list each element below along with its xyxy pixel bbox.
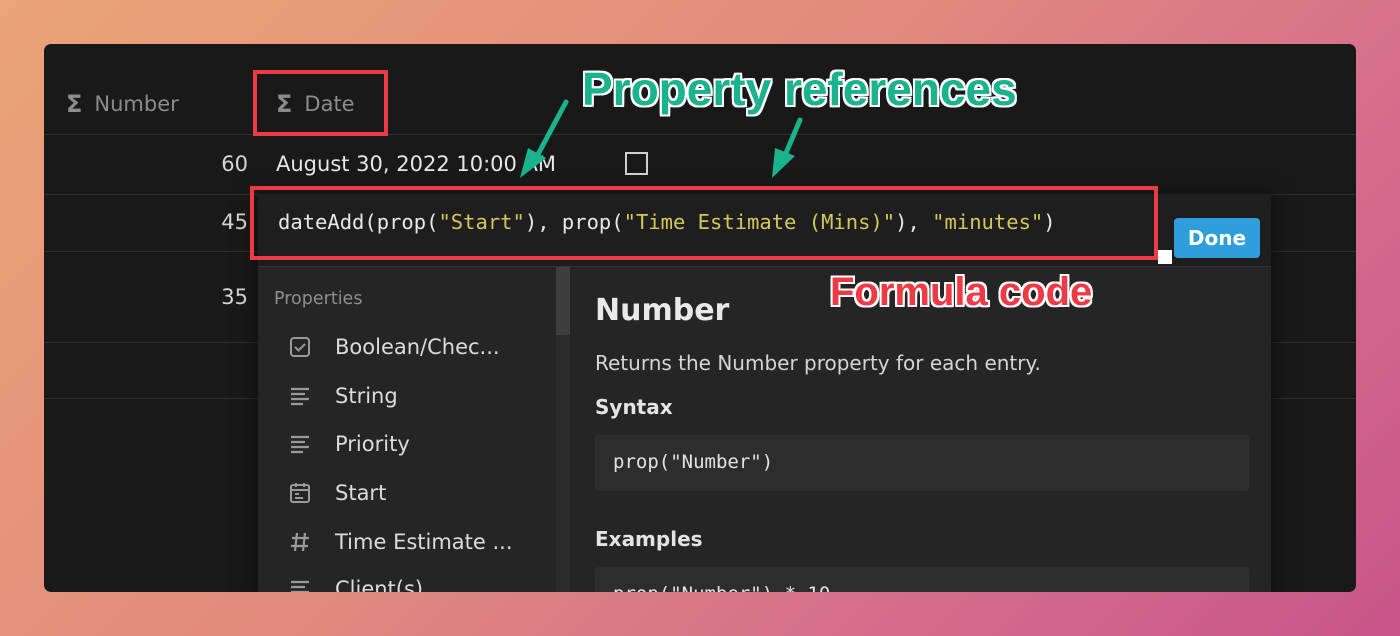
property-label: Client(s) (335, 576, 424, 593)
annotation-property-references: Property references (582, 63, 1017, 115)
formula-code-highlight (250, 186, 1158, 260)
text-lines-icon (286, 430, 313, 457)
syntax-code: prop("Number") (613, 451, 774, 473)
scrollbar-thumb[interactable] (556, 267, 570, 335)
property-label: Start (335, 480, 387, 505)
date-header-highlight (253, 70, 388, 136)
resize-handle[interactable] (1158, 250, 1172, 264)
done-button[interactable]: Done (1174, 218, 1260, 258)
cell-number[interactable]: 60 (168, 152, 248, 176)
text-lines-icon (286, 575, 313, 592)
cell-number[interactable]: 35 (168, 285, 248, 309)
cell-number[interactable]: 45 (168, 210, 248, 234)
hash-icon (286, 528, 313, 555)
property-label: Time Estimate ... (335, 529, 513, 554)
checkbox-icon (286, 333, 313, 360)
property-item-clients[interactable]: Client(s) (286, 575, 423, 592)
properties-list: Properties Boolean/Chec... String Priori… (258, 267, 570, 592)
property-label: String (335, 383, 398, 408)
annotation-formula-code: Formula code (830, 270, 1093, 314)
syntax-code-block: prop("Number") (595, 435, 1249, 491)
database-window: Σ Number Σ Date 60 45 35 August 30, 2022… (44, 44, 1356, 592)
calendar-icon (286, 479, 313, 506)
property-label: Boolean/Chec... (335, 334, 500, 359)
docs-examples-heading: Examples (595, 527, 703, 551)
row-checkbox[interactable] (625, 152, 648, 175)
column-header-label: Number (94, 92, 179, 116)
docs-panel: Number Returns the Number property for e… (575, 267, 1271, 592)
text-lines-icon (286, 382, 313, 409)
docs-description: Returns the Number property for each ent… (595, 351, 1041, 375)
column-header-number[interactable]: Σ Number (66, 90, 179, 118)
property-item-string[interactable]: String (286, 382, 398, 409)
sigma-icon: Σ (66, 90, 83, 118)
example-code: prop("Number") * 10 (613, 583, 830, 592)
example-code-block: prop("Number") * 10 (595, 567, 1249, 592)
property-label: Priority (335, 431, 410, 456)
property-item-start[interactable]: Start (286, 479, 386, 506)
property-item-boolean[interactable]: Boolean/Chec... (286, 333, 500, 360)
property-item-time-estimate[interactable]: Time Estimate ... (286, 528, 513, 555)
docs-syntax-heading: Syntax (595, 395, 673, 419)
property-item-priority[interactable]: Priority (286, 430, 410, 457)
docs-title: Number (595, 293, 730, 328)
properties-section-label: Properties (274, 289, 363, 309)
cell-date[interactable]: August 30, 2022 10:00 AM (276, 152, 556, 176)
